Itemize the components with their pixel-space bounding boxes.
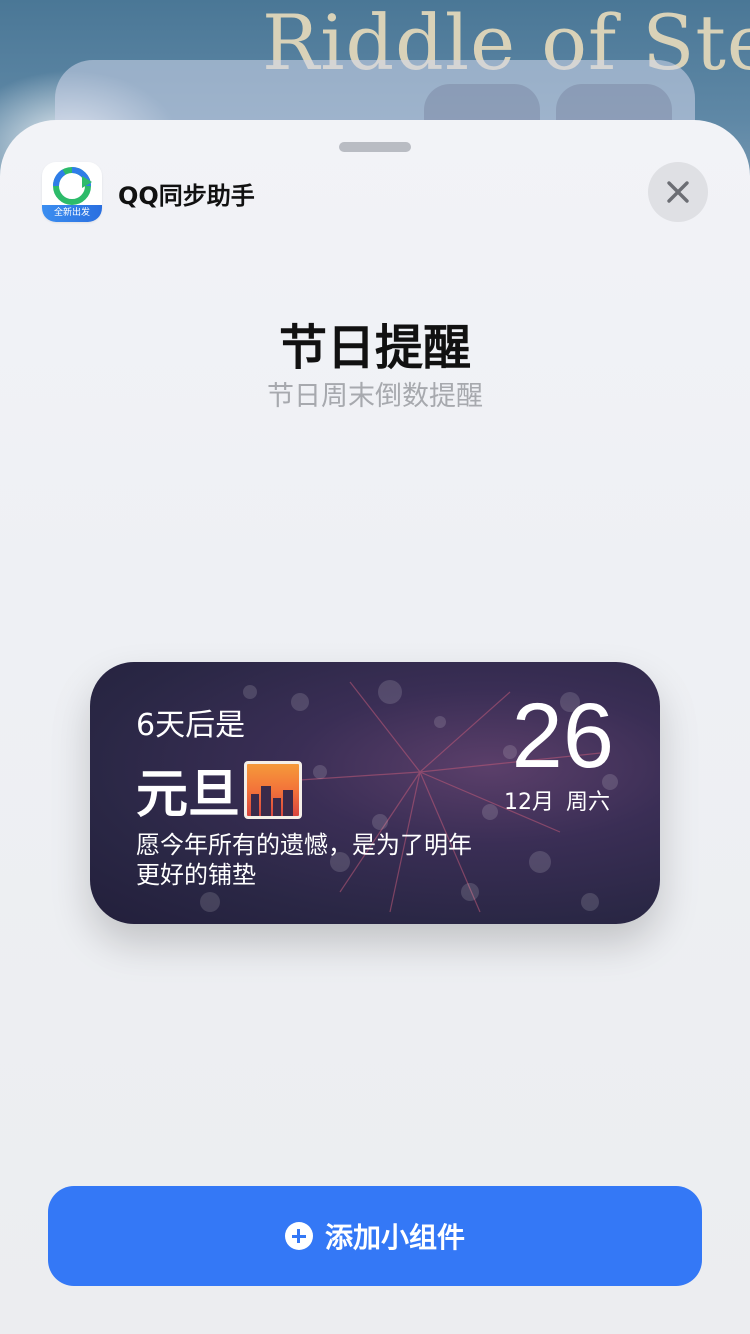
weekday-label: 周六 — [565, 790, 610, 815]
close-icon — [667, 181, 689, 203]
widget-title: 节日提醒 — [278, 320, 471, 376]
sheet-grabber[interactable] — [339, 142, 411, 152]
holiday-label: 元旦 — [136, 765, 241, 825]
add-widget-button[interactable]: 添加小组件 — [48, 1186, 702, 1286]
widget-subtitle: 节日周末倒数提醒 — [267, 381, 483, 412]
close-button[interactable] — [648, 162, 708, 222]
city-sunset-icon — [244, 760, 303, 819]
widget-gallery-sheet: 全新出发 QQ同步助手 节日提醒 节日周末倒数提醒 6天后是 元旦 愿今年所有的… — [0, 120, 750, 1334]
quote-text: 愿今年所有的遗憾，是为了明年更好的铺垫 — [136, 831, 472, 889]
plus-circle-icon — [284, 1222, 313, 1250]
month-weekday: 12月 周六 — [504, 784, 610, 816]
widget-preview[interactable]: 6天后是 元旦 愿今年所有的遗憾，是为了明年更好的铺垫 26 12月 周六 — [90, 662, 660, 924]
app-name: QQ同步助手 — [118, 182, 255, 210]
app-icon-badge: 全新出发 — [42, 205, 102, 222]
countdown-text: 6天后是 — [136, 708, 246, 743]
holiday-name: 元旦 — [136, 752, 303, 827]
add-widget-label: 添加小组件 — [324, 1221, 465, 1254]
month-label: 12月 — [503, 790, 554, 815]
app-icon: 全新出发 — [42, 162, 102, 222]
date-number: 26 — [511, 685, 614, 787]
